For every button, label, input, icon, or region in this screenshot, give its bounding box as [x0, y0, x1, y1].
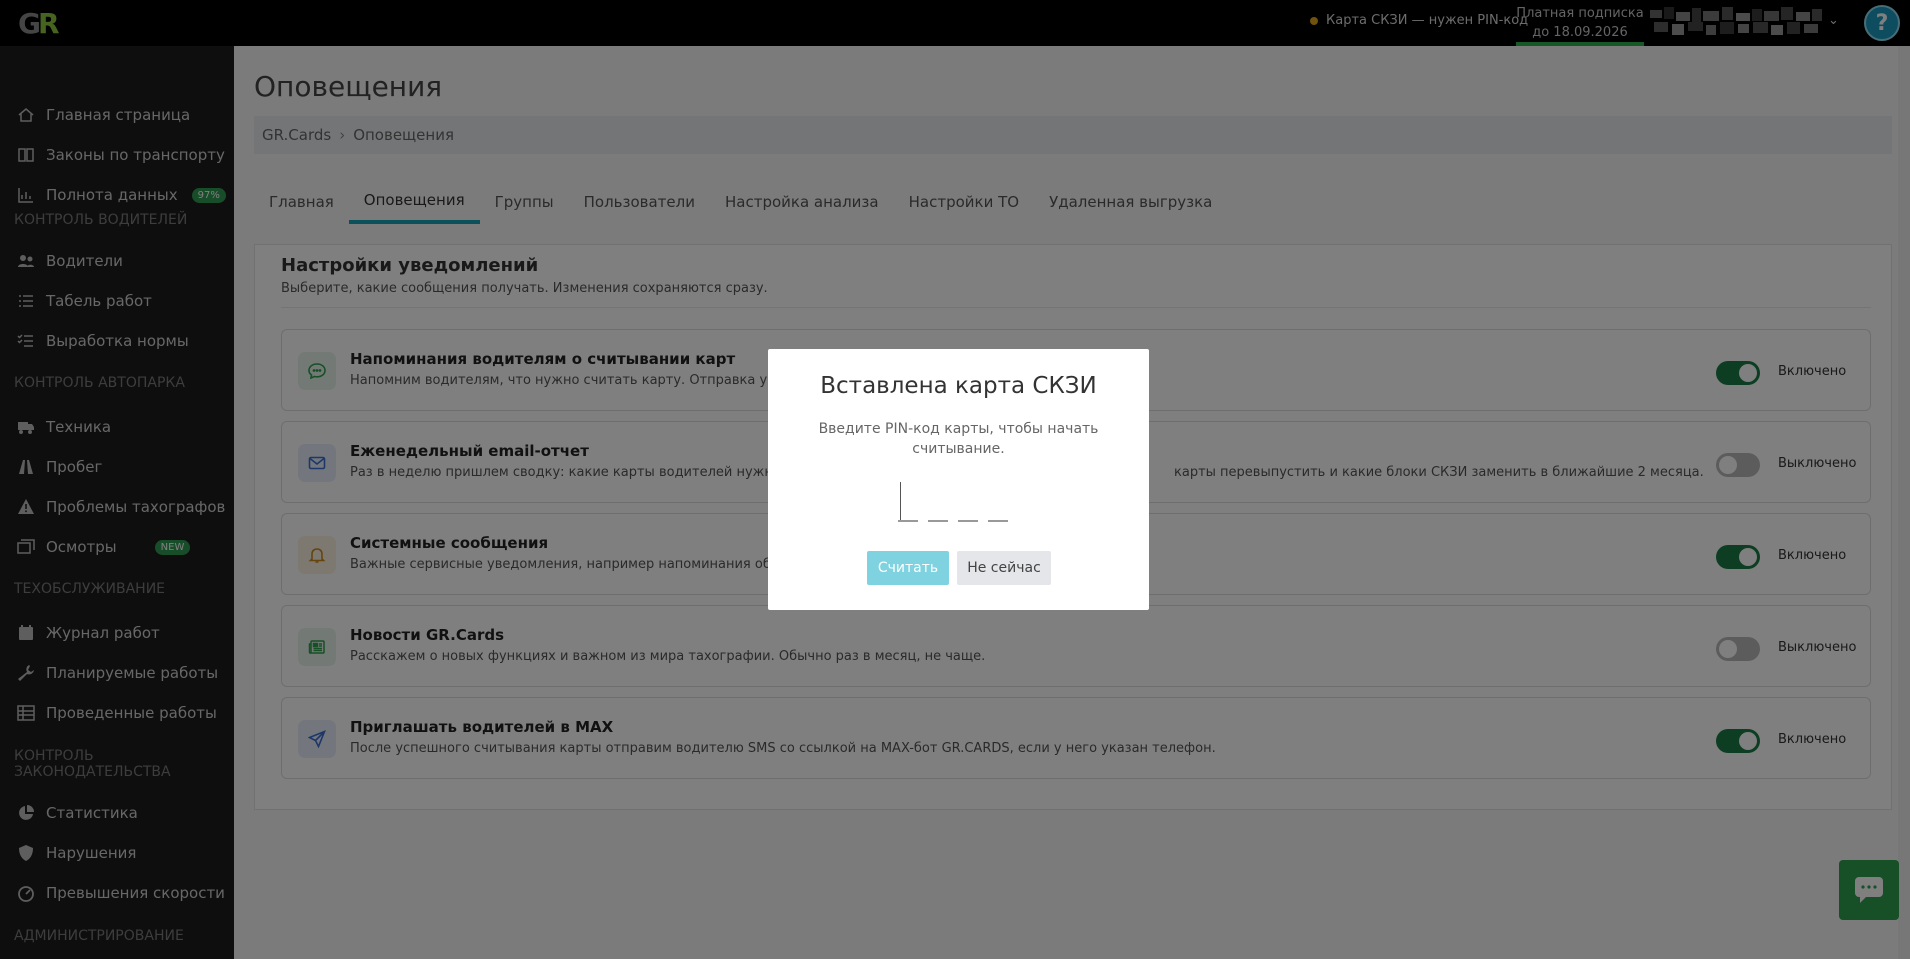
- pin-digit-3[interactable]: [958, 482, 978, 522]
- skzi-card-pin-modal: Вставлена карта СКЗИ Введите PIN-код кар…: [768, 349, 1149, 610]
- pin-digit-4[interactable]: [988, 482, 1008, 522]
- modal-description: Введите PIN-код карты, чтобы начать счит…: [818, 421, 1099, 457]
- modal-title: Вставлена карта СКЗИ: [820, 373, 1097, 399]
- read-card-button[interactable]: Считать: [867, 551, 949, 585]
- not-now-button[interactable]: Не сейчас: [957, 551, 1051, 585]
- pin-digit-2[interactable]: [928, 482, 948, 522]
- text-cursor: [900, 482, 901, 520]
- pin-input[interactable]: [898, 482, 1020, 522]
- pin-digit-1[interactable]: [898, 482, 918, 522]
